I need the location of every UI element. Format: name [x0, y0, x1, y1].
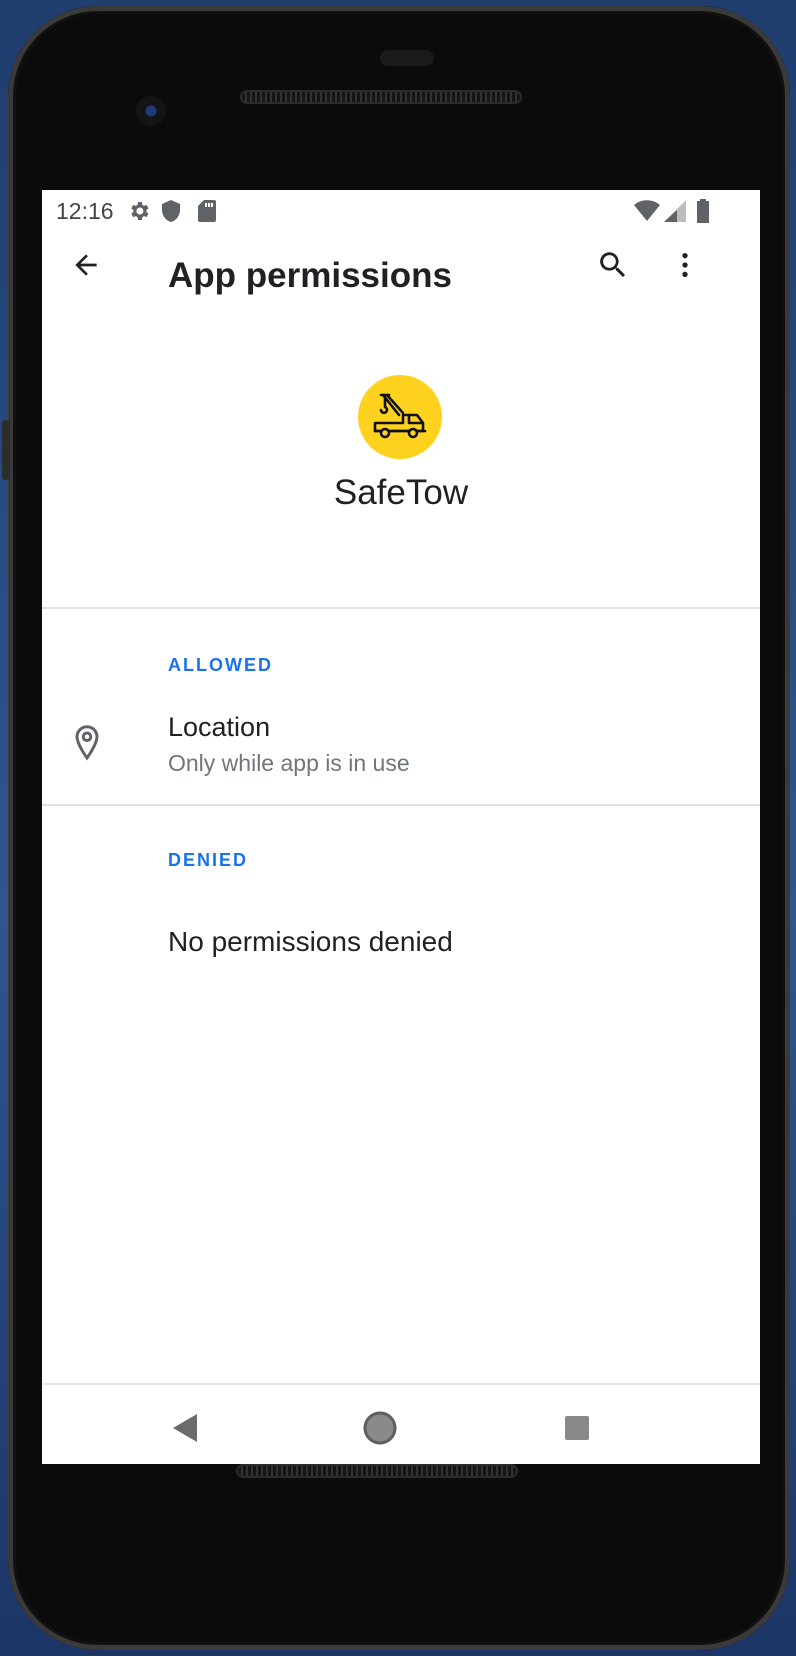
cellular-signal-icon — [662, 198, 688, 224]
shield-icon — [158, 198, 184, 224]
settings-icon — [126, 198, 152, 224]
more-vert-icon — [682, 253, 688, 277]
app-header: SafeTow — [42, 375, 760, 575]
section-label-allowed: ALLOWED — [168, 655, 273, 675]
bottom-speaker-grille — [236, 1464, 518, 1478]
header-divider — [42, 607, 760, 609]
sd-card-icon — [194, 198, 220, 224]
earpiece — [380, 50, 434, 66]
search-icon — [600, 252, 626, 278]
back-arrow-icon — [75, 254, 97, 276]
section-divider — [42, 804, 760, 806]
side-button-left — [2, 420, 10, 480]
more-options-button[interactable] — [657, 237, 713, 293]
nav-home-button[interactable] — [355, 1403, 405, 1453]
nav-back-button[interactable] — [160, 1403, 210, 1453]
navigation-bar — [42, 1383, 760, 1464]
no-permissions-denied-text: No permissions denied — [168, 926, 453, 957]
tow-truck-icon — [358, 375, 442, 459]
permission-title: Location — [168, 712, 271, 742]
battery-icon — [690, 198, 716, 224]
status-time: 12:16 — [56, 198, 114, 224]
app-name: SafeTow — [333, 473, 469, 512]
permission-row-location[interactable]: Location Only while app is in use — [42, 700, 760, 800]
location-pin-icon — [66, 722, 108, 764]
top-speaker-grille — [240, 90, 522, 104]
section-label-denied: DENIED — [168, 850, 249, 870]
status-bar: 12:16 — [42, 190, 760, 232]
wifi-icon — [634, 198, 660, 224]
phone-screen: 12:16 App permissions SafeTow ALLOWED Lo… — [42, 190, 760, 1464]
back-triangle-icon — [173, 1414, 197, 1442]
search-button[interactable] — [585, 237, 641, 293]
front-camera — [136, 96, 166, 126]
page-title: App permissions — [168, 256, 452, 295]
nav-recents-button[interactable] — [552, 1403, 602, 1453]
back-button[interactable] — [58, 237, 114, 293]
permission-subtitle: Only while app is in use — [168, 750, 410, 776]
home-circle-icon — [363, 1411, 397, 1445]
recents-square-icon — [565, 1416, 589, 1440]
